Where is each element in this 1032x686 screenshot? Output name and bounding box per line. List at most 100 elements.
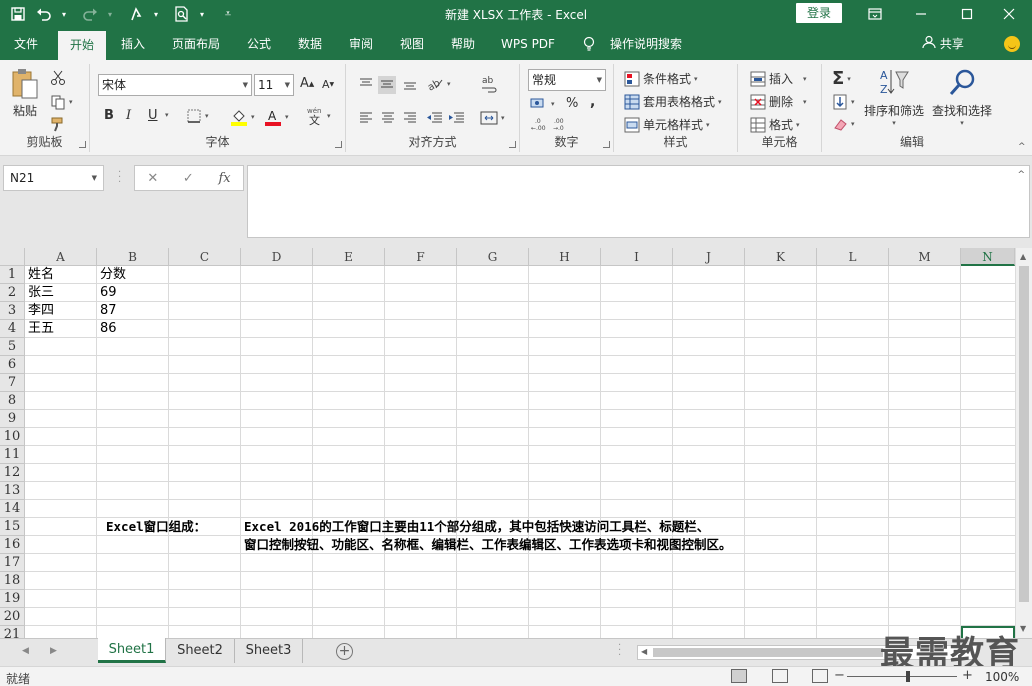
sheet-tab-sheet1[interactable]: Sheet1 — [98, 638, 166, 663]
formula-bar-splitter[interactable]: · · · — [118, 168, 121, 188]
font-color-button[interactable]: A ▾ — [264, 108, 289, 126]
tab-insert[interactable]: 插入 — [112, 28, 154, 60]
clear-icon[interactable]: ▾ — [832, 116, 855, 132]
copy-button[interactable]: ▾ — [50, 94, 73, 110]
login-button[interactable]: 登录 — [796, 3, 842, 23]
formula-input[interactable]: ^ — [247, 165, 1030, 238]
scroll-left-icon[interactable]: ◀ — [641, 647, 647, 656]
column-header-g[interactable]: G — [457, 248, 529, 266]
merge-center-icon[interactable]: ▾ — [480, 110, 505, 126]
number-launcher-icon[interactable] — [603, 141, 610, 148]
cut-button[interactable] — [50, 70, 66, 86]
percent-style-button[interactable]: % — [566, 96, 578, 111]
clipboard-launcher-icon[interactable] — [79, 141, 86, 148]
find-select-button[interactable]: 查找和选择 ▾ — [932, 68, 992, 127]
cell-b2[interactable]: 69 — [97, 284, 169, 302]
row-header-7[interactable]: 7 — [0, 374, 25, 392]
row-header-11[interactable]: 11 — [0, 446, 25, 464]
zoom-in-icon[interactable]: + — [962, 668, 973, 683]
row-header-21[interactable]: 21 — [0, 626, 25, 638]
maximize-icon[interactable] — [944, 0, 990, 28]
row-header-4[interactable]: 4 — [0, 320, 25, 338]
name-box[interactable]: N21 ▼ — [3, 165, 104, 191]
bold-button[interactable]: B — [104, 108, 114, 123]
zoom-slider[interactable] — [847, 676, 957, 677]
share-button[interactable]: 共享 — [922, 28, 964, 60]
horizontal-scroll-thumb[interactable] — [653, 648, 883, 657]
borders-button[interactable]: ▾ — [186, 108, 209, 124]
align-top-icon[interactable] — [358, 76, 374, 92]
row-header-15[interactable]: 15 — [0, 518, 25, 536]
column-header-l[interactable]: L — [817, 248, 889, 266]
column-header-b[interactable]: B — [97, 248, 169, 266]
feedback-smiley-icon[interactable] — [1004, 36, 1020, 52]
comma-style-button[interactable]: , — [590, 94, 595, 110]
column-header-k[interactable]: K — [745, 248, 817, 266]
row-header-6[interactable]: 6 — [0, 356, 25, 374]
sort-filter-button[interactable]: AZ 排序和筛选 ▾ — [864, 68, 924, 127]
row-header-9[interactable]: 9 — [0, 410, 25, 428]
align-center-icon[interactable] — [380, 110, 396, 126]
zoom-slider-thumb[interactable] — [906, 671, 910, 682]
add-sheet-icon[interactable]: + — [336, 643, 353, 660]
row-header-5[interactable]: 5 — [0, 338, 25, 356]
row-header-19[interactable]: 19 — [0, 590, 25, 608]
font-name-select[interactable]: 宋体 ▼ — [98, 74, 252, 96]
cell-a3[interactable]: 李四 — [25, 302, 97, 320]
row-header-17[interactable]: 17 — [0, 554, 25, 572]
row-header-1[interactable]: 1 — [0, 266, 25, 284]
scroll-down-icon[interactable]: ▼ — [1020, 624, 1026, 633]
underline-button[interactable]: U — [148, 108, 158, 123]
zoom-out-icon[interactable]: − — [834, 668, 845, 683]
column-header-h[interactable]: H — [529, 248, 601, 266]
tab-splitter[interactable]: · · · — [618, 641, 621, 661]
cell-a2[interactable]: 张三 — [25, 284, 97, 302]
format-cells-button[interactable]: 格式 ▾ — [750, 116, 800, 133]
decrease-indent-icon[interactable] — [426, 110, 444, 126]
scroll-up-icon[interactable]: ▲ — [1020, 252, 1026, 261]
cancel-entry-icon[interactable]: ✕ — [147, 171, 158, 186]
phonetic-guide-button[interactable]: wén 文 ▾ — [306, 106, 331, 126]
decrease-font-size-icon[interactable]: A ▼ — [322, 78, 334, 91]
conditional-formatting-button[interactable]: 条件格式 ▾ — [624, 70, 698, 87]
page-layout-view-icon[interactable] — [772, 669, 788, 683]
align-right-icon[interactable] — [402, 110, 418, 126]
row-header-10[interactable]: 10 — [0, 428, 25, 446]
page-break-preview-icon[interactable] — [812, 669, 828, 683]
tab-review[interactable]: 审阅 — [341, 28, 381, 60]
accounting-format-icon[interactable]: ▾ — [530, 96, 555, 112]
fill-color-button[interactable]: ▾ — [230, 108, 255, 126]
align-bottom-icon[interactable] — [402, 76, 418, 92]
column-header-a[interactable]: A — [25, 248, 97, 266]
row-header-18[interactable]: 18 — [0, 572, 25, 590]
select-all-corner[interactable] — [0, 248, 25, 266]
decrease-decimal-icon[interactable]: .00 →.0 — [552, 116, 572, 132]
row-header-3[interactable]: 3 — [0, 302, 25, 320]
row-header-16[interactable]: 16 — [0, 536, 25, 554]
tab-data[interactable]: 数据 — [290, 28, 330, 60]
insert-function-button[interactable]: fx — [218, 171, 230, 186]
close-icon[interactable] — [986, 0, 1032, 28]
column-header-c[interactable]: C — [169, 248, 241, 266]
cell-b4[interactable]: 86 — [97, 320, 169, 338]
tab-help[interactable]: 帮助 — [443, 28, 483, 60]
row-header-20[interactable]: 20 — [0, 608, 25, 626]
column-header-j[interactable]: J — [673, 248, 745, 266]
minimize-icon[interactable] — [898, 0, 944, 28]
italic-button[interactable]: I — [126, 108, 131, 123]
underline-dropdown-icon[interactable]: ▾ — [162, 111, 169, 119]
row-header-13[interactable]: 13 — [0, 482, 25, 500]
font-size-select[interactable]: 11 ▼ — [254, 74, 294, 96]
format-painter-button[interactable] — [50, 116, 66, 132]
zoom-level[interactable]: 100% — [985, 670, 1019, 684]
normal-view-icon[interactable] — [731, 669, 747, 683]
sheet-tab-sheet2[interactable]: Sheet2 — [166, 639, 235, 663]
confirm-entry-icon[interactable]: ✓ — [183, 171, 194, 186]
column-header-m[interactable]: M — [889, 248, 961, 266]
autosum-icon[interactable]: Σ ▾ — [832, 68, 851, 89]
ribbon-display-options-icon[interactable] — [852, 0, 898, 28]
tab-view[interactable]: 视图 — [392, 28, 432, 60]
align-left-icon[interactable] — [358, 110, 374, 126]
cell-b1[interactable]: 分数 — [97, 266, 169, 284]
tab-page-layout[interactable]: 页面布局 — [165, 28, 227, 60]
